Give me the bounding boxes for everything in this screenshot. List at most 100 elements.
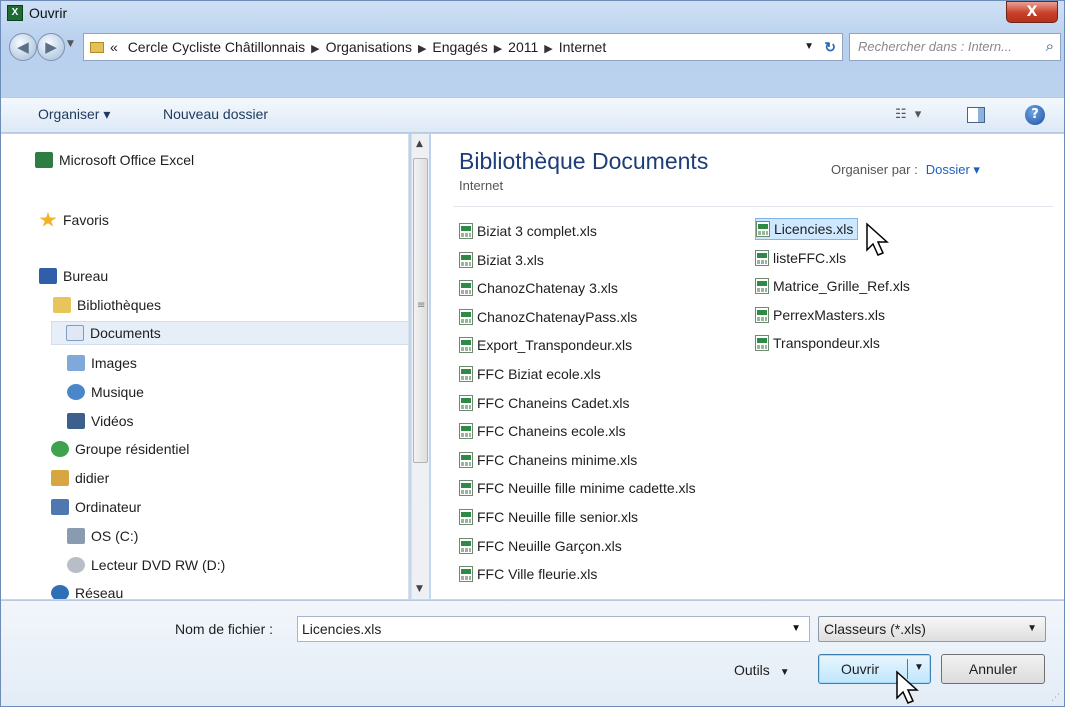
breadcrumb-overflow[interactable]: « <box>110 39 118 55</box>
scroll-up-icon[interactable]: ▲ <box>416 139 423 149</box>
breadcrumb-item[interactable]: Internet <box>559 39 606 55</box>
breadcrumb-item[interactable]: Organisations <box>326 39 412 55</box>
address-bar[interactable]: « Cercle Cycliste Châtillonnais ▶ Organisa… <box>83 33 843 61</box>
dialog-footer: Nom de fichier : Licencies.xls ▼ Classeu… <box>1 600 1064 706</box>
sidebar-item-label: Images <box>91 355 137 371</box>
sidebar-item-user[interactable]: didier <box>51 466 109 490</box>
open-button[interactable]: Ouvrir ▼ <box>818 654 931 684</box>
xls-file-icon <box>459 223 473 239</box>
search-input[interactable]: Rechercher dans : Intern... ⌕ <box>849 33 1061 61</box>
change-view-icon[interactable]: ☷ ▾ <box>895 107 923 122</box>
file-item[interactable]: ChanozChatenay 3.xls <box>459 277 622 299</box>
filename-dropdown-icon[interactable]: ▼ <box>791 617 801 641</box>
tools-dropdown-icon: ▼ <box>779 667 790 678</box>
sidebar-item-videos[interactable]: Vidéos <box>67 409 134 433</box>
file-item[interactable]: FFC Neuille fille senior.xls <box>459 506 642 528</box>
organise-menu-button[interactable]: Organiser ▾ <box>38 106 110 123</box>
library-subtitle: Internet <box>459 178 504 193</box>
breadcrumb-item[interactable]: Engagés <box>432 39 487 55</box>
sidebar-item-computer[interactable]: Ordinateur <box>51 495 141 519</box>
file-item[interactable]: Biziat 3 complet.xls <box>459 220 601 242</box>
command-toolbar: Organiser ▾ Nouveau dossier ☷ ▾ ? <box>1 97 1064 133</box>
file-type-dropdown-icon[interactable]: ▼ <box>1027 617 1037 641</box>
sidebar-item-homegroup[interactable]: Groupe résidentiel <box>51 437 189 461</box>
file-item[interactable]: Matrice_Grille_Ref.xls <box>755 275 914 297</box>
file-type-select[interactable]: Classeurs (*.xls) ▼ <box>818 616 1046 642</box>
user-folder-icon <box>51 470 69 486</box>
filename-value: Licencies.xls <box>302 621 382 637</box>
file-item[interactable]: Transpondeur.xls <box>755 332 884 354</box>
file-name: FFC Neuille Garçon.xls <box>477 537 622 554</box>
file-name: FFC Chaneins ecole.xls <box>477 423 626 440</box>
sidebar-item-drive-c[interactable]: OS (C:) <box>67 524 138 548</box>
file-item[interactable]: Biziat 3.xls <box>459 249 548 271</box>
resize-grip-icon[interactable]: ⋰ <box>1051 693 1060 703</box>
navigation-scrollbar[interactable]: ▲ ≡ ▼ <box>411 134 429 599</box>
xls-file-icon <box>459 394 473 411</box>
music-icon <box>67 384 85 400</box>
preview-pane-icon[interactable] <box>967 107 985 123</box>
file-item[interactable]: listeFFC.xls <box>755 247 850 269</box>
file-item[interactable]: ChanozChatenayPass.xls <box>459 306 641 328</box>
file-name: Biziat 3.xls <box>477 251 544 268</box>
file-item[interactable]: FFC Chaneins Cadet.xls <box>459 392 634 414</box>
scroll-down-icon[interactable]: ▼ <box>416 584 423 594</box>
sidebar-item-favorites[interactable]: Favoris <box>39 208 109 232</box>
help-icon[interactable]: ? <box>1025 105 1045 125</box>
file-item[interactable]: FFC Neuille Garçon.xls <box>459 535 626 557</box>
forward-button[interactable]: ▶ <box>37 33 65 61</box>
split-divider <box>907 659 908 679</box>
libraries-icon <box>53 297 71 313</box>
back-arrow-icon: ◀ <box>17 38 29 56</box>
file-item[interactable]: FFC Neuille fille minime cadette.xls <box>459 477 700 499</box>
cancel-button[interactable]: Annuler <box>941 654 1045 684</box>
folder-icon <box>90 42 104 53</box>
sidebar-item-images[interactable]: Images <box>67 351 137 375</box>
breadcrumb-separator-icon[interactable]: ▶ <box>494 43 502 55</box>
excel-icon <box>35 152 53 168</box>
sidebar-item-label: Ordinateur <box>75 499 142 515</box>
close-button[interactable]: X <box>1006 1 1058 23</box>
xls-file-icon <box>459 451 473 468</box>
xls-file-icon <box>459 280 473 297</box>
xls-file-icon <box>459 480 473 497</box>
search-icon[interactable]: ⌕ <box>1046 34 1054 60</box>
refresh-icon[interactable]: ↻ <box>824 34 836 60</box>
sidebar-item-excel[interactable]: Microsoft Office Excel <box>35 148 194 172</box>
file-item[interactable]: FFC Chaneins ecole.xls <box>459 420 630 442</box>
breadcrumb-item[interactable]: 2011 <box>508 39 538 55</box>
open-dialog: X Ouvrir X ◀ ▶ ▼ « Cercle Cycliste Châti… <box>0 0 1065 707</box>
history-dropdown-icon[interactable]: ▼ <box>67 39 74 49</box>
file-name: Matrice_Grille_Ref.xls <box>773 278 910 295</box>
breadcrumb-separator-icon[interactable]: ▶ <box>544 43 552 55</box>
back-button[interactable]: ◀ <box>9 33 37 61</box>
breadcrumb-item[interactable]: Cercle Cycliste Châtillonnais <box>128 39 305 55</box>
filename-input[interactable]: Licencies.xls ▼ <box>297 616 810 642</box>
sidebar-item-libraries[interactable]: Bibliothèques <box>53 293 161 317</box>
file-item[interactable]: Licencies.xls <box>755 218 859 240</box>
sidebar-item-music[interactable]: Musique <box>67 380 144 404</box>
file-item[interactable]: FFC Ville fleurie.xls <box>459 563 601 585</box>
new-folder-button[interactable]: Nouveau dossier <box>163 106 268 122</box>
sidebar-item-network[interactable]: Réseau <box>51 581 123 599</box>
file-item[interactable]: FFC Chaneins minime.xls <box>459 449 641 471</box>
sidebar-item-dvd[interactable]: Lecteur DVD RW (D:) <box>67 553 225 577</box>
file-item[interactable]: Export_Transpondeur.xls <box>459 334 636 356</box>
sidebar-item-documents[interactable]: Documents <box>51 321 408 345</box>
xls-file-icon <box>755 335 769 352</box>
sidebar-item-label: Bureau <box>63 268 109 284</box>
file-item[interactable]: FFC Biziat ecole.xls <box>459 363 605 385</box>
file-name: FFC Neuille fille senior.xls <box>477 509 639 525</box>
address-dropdown-icon[interactable]: ▼ <box>804 34 814 60</box>
breadcrumb-separator-icon[interactable]: ▶ <box>311 43 319 55</box>
file-name: Biziat 3 complet.xls <box>477 223 597 239</box>
tools-button[interactable]: Outils ▼ <box>734 662 790 678</box>
sidebar-item-desktop[interactable]: Bureau <box>39 264 108 288</box>
file-item[interactable]: PerrexMasters.xls <box>755 304 889 326</box>
arrange-label: Organiser par : <box>831 162 918 177</box>
breadcrumb-separator-icon[interactable]: ▶ <box>418 43 426 55</box>
file-type-value: Classeurs (*.xls) <box>824 621 926 637</box>
xls-file-icon <box>459 308 473 325</box>
open-options-dropdown-icon[interactable]: ▼ <box>914 662 924 673</box>
arrange-dropdown[interactable]: Dossier ▾ <box>926 162 980 177</box>
